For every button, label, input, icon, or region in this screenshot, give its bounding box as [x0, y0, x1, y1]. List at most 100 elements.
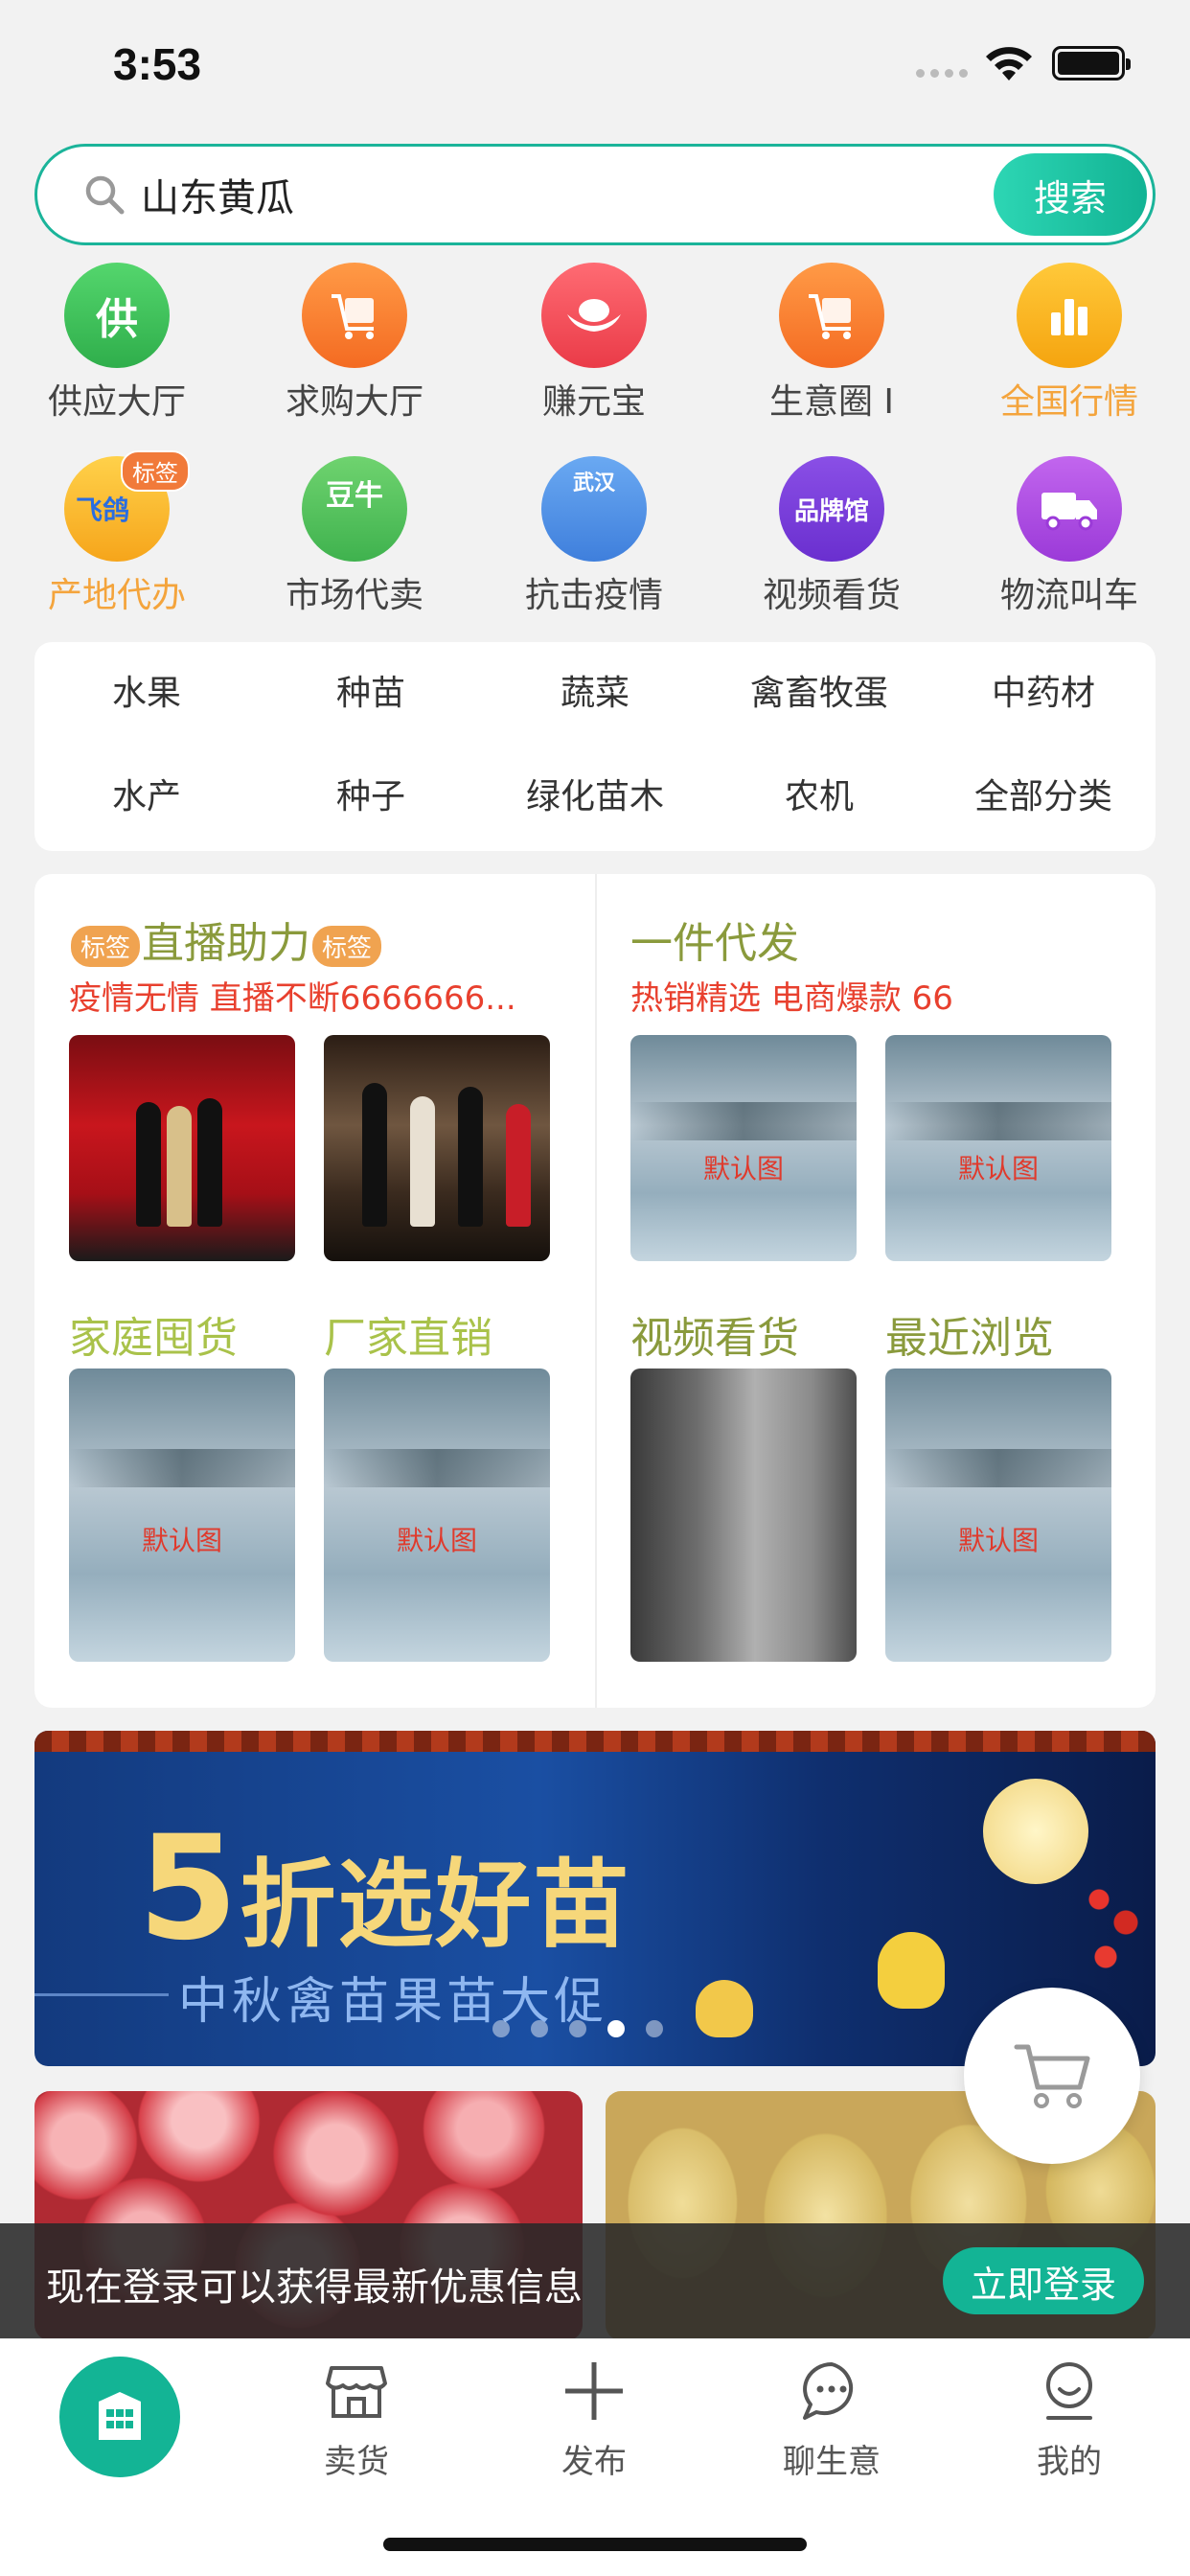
- cart-button[interactable]: [964, 1988, 1140, 2164]
- truck-icon: [1017, 456, 1122, 562]
- home-store-icon: [59, 2357, 180, 2477]
- tab-chat[interactable]: 聊生意: [713, 2339, 950, 2493]
- banner-title-text: 折选好苗: [240, 1849, 631, 1961]
- quick-icon-video-view[interactable]: 品牌馆 视频看货: [736, 452, 927, 644]
- live-title-row: 标签 直播助力 标签: [69, 908, 384, 970]
- tab-label: 发布: [561, 2443, 627, 2481]
- login-prompt-bar: 现在登录可以获得最新优惠信息 立即登录: [0, 2223, 1190, 2338]
- quick-icon-label: 生意圈 I: [768, 382, 895, 422]
- tab-home[interactable]: [0, 2339, 238, 2493]
- bar-chart-icon: [1017, 263, 1122, 368]
- ingot-icon: [541, 263, 647, 368]
- tag-badge: 标签: [310, 923, 384, 969]
- brand-hall-icon: 品牌馆: [779, 456, 884, 562]
- tab-publish[interactable]: 发布: [475, 2339, 713, 2493]
- category-aquatic[interactable]: 水产: [34, 769, 259, 826]
- category-seeds[interactable]: 种子: [259, 769, 483, 826]
- tag-badge: 标签: [121, 450, 190, 492]
- search-input[interactable]: [141, 164, 907, 225]
- tab-label: 我的: [1037, 2443, 1102, 2481]
- live-subtitle: 疫情无情 直播不断6666666...: [69, 979, 516, 1018]
- wifi-icon: [986, 47, 1032, 80]
- quick-icon-logistics[interactable]: 物流叫车: [973, 452, 1165, 644]
- pagination-dot[interactable]: [646, 2020, 663, 2037]
- default-image-label: 默认图: [396, 1525, 477, 1556]
- dropship-subtitle: 热销精选 电商爆款 66: [630, 979, 953, 1018]
- family-title: 家庭囤货: [69, 1314, 238, 1363]
- divider: [595, 874, 597, 1708]
- cart-icon: [1014, 2044, 1090, 2108]
- default-image-label: 默认图: [957, 1525, 1039, 1556]
- chat-icon: [803, 2362, 854, 2420]
- quick-icon-national-market[interactable]: 全国行情: [973, 259, 1165, 450]
- pagination-dot[interactable]: [569, 2020, 586, 2037]
- default-image[interactable]: 默认图: [324, 1368, 550, 1662]
- default-image[interactable]: 默认图: [885, 1368, 1111, 1662]
- quick-icon-label: 求购大厅: [285, 382, 423, 422]
- quick-icon-business-circle[interactable]: 生意圈 I: [736, 259, 927, 450]
- category-machinery[interactable]: 农机: [707, 769, 931, 826]
- login-button[interactable]: 立即登录: [943, 2247, 1144, 2314]
- category-card: 水果 种苗 蔬菜 禽畜牧蛋 中药材 水产 种子 绿化苗木 农机 全部分类: [34, 642, 1156, 851]
- tab-label: 卖货: [324, 2443, 389, 2481]
- quick-icon-label: 赚元宝: [541, 382, 646, 422]
- chick-illustration: [696, 1980, 753, 2037]
- tag-badge: 标签: [69, 923, 143, 969]
- quick-icon-fight-epidemic[interactable]: 武汉 抗击疫情: [498, 452, 690, 644]
- profile-icon: [1046, 2362, 1092, 2420]
- quick-icon-row: 飞鸽 标签 产地代办 豆牛 市场代卖 武汉 抗击疫情 品牌馆 视频看货 物流叫车: [0, 450, 1190, 644]
- default-image-label: 默认图: [702, 1153, 784, 1184]
- search-button[interactable]: 搜索: [994, 153, 1147, 236]
- quick-icon-purchase-hall[interactable]: 求购大厅: [259, 259, 450, 450]
- home-indicator: [383, 2538, 807, 2551]
- category-fruit[interactable]: 水果: [34, 665, 259, 723]
- supply-hall-icon: 供: [64, 263, 170, 368]
- duckling-illustration: [878, 1932, 945, 2009]
- tab-profile[interactable]: 我的: [950, 2339, 1188, 2493]
- category-greening[interactable]: 绿化苗木: [483, 769, 707, 826]
- quick-icon-earn-ingot[interactable]: 赚元宝: [498, 259, 690, 450]
- banner-divider: [34, 1993, 169, 1996]
- shop-icon: [326, 2366, 387, 2418]
- moon-illustration: [983, 1779, 1088, 1884]
- quick-icon-supply-hall[interactable]: 供 供应大厅: [21, 259, 213, 450]
- default-image[interactable]: 默认图: [630, 1035, 857, 1261]
- tab-label: 聊生意: [783, 2443, 881, 2481]
- quick-icon-label: 供应大厅: [47, 382, 186, 422]
- category-all[interactable]: 全部分类: [931, 769, 1156, 826]
- category-livestock[interactable]: 禽畜牧蛋: [707, 665, 931, 723]
- category-seedling[interactable]: 种苗: [259, 665, 483, 723]
- quick-icon-market-sale[interactable]: 豆牛 市场代卖: [259, 452, 450, 644]
- live-thumb-stage[interactable]: [69, 1035, 295, 1261]
- quick-icon-origin-agent[interactable]: 飞鸽 标签 产地代办: [21, 450, 213, 644]
- pagination-dot[interactable]: [531, 2020, 548, 2037]
- live-title: 直播助力: [142, 919, 311, 968]
- live-thumb-award[interactable]: [324, 1035, 550, 1261]
- signal-icon: [916, 69, 968, 78]
- cart-icon: [779, 263, 884, 368]
- banner-title-number: 5: [138, 1806, 240, 1972]
- category-vegetable[interactable]: 蔬菜: [483, 665, 707, 723]
- cow-icon: 豆牛: [302, 456, 407, 562]
- default-image[interactable]: 默认图: [69, 1368, 295, 1662]
- pagination-dot[interactable]: [492, 2020, 510, 2037]
- recent-title: 最近浏览: [885, 1314, 1054, 1363]
- category-herbs[interactable]: 中药材: [931, 665, 1156, 723]
- quick-icon-label: 产地代办: [47, 576, 186, 615]
- doctor-icon: 武汉: [541, 456, 647, 562]
- banner-pagination: [492, 2020, 663, 2037]
- status-bar: 3:53: [0, 0, 1190, 134]
- video-thumb[interactable]: [630, 1368, 857, 1662]
- default-image[interactable]: 默认图: [885, 1035, 1111, 1261]
- status-time: 3:53: [113, 39, 202, 89]
- factory-title: 厂家直销: [324, 1314, 492, 1363]
- berries-illustration: [1079, 1865, 1146, 1980]
- tab-sell[interactable]: 卖货: [238, 2339, 475, 2493]
- quick-icon-label: 物流叫车: [999, 576, 1138, 615]
- banner-title: 5折选好苗: [138, 1806, 630, 1972]
- banner-roof-decoration: [34, 1731, 1156, 1752]
- quick-icon-label: 视频看货: [762, 576, 901, 615]
- video-title: 视频看货: [630, 1314, 799, 1363]
- pagination-dot-active[interactable]: [607, 2020, 625, 2037]
- quick-icon-label: 市场代卖: [285, 576, 423, 615]
